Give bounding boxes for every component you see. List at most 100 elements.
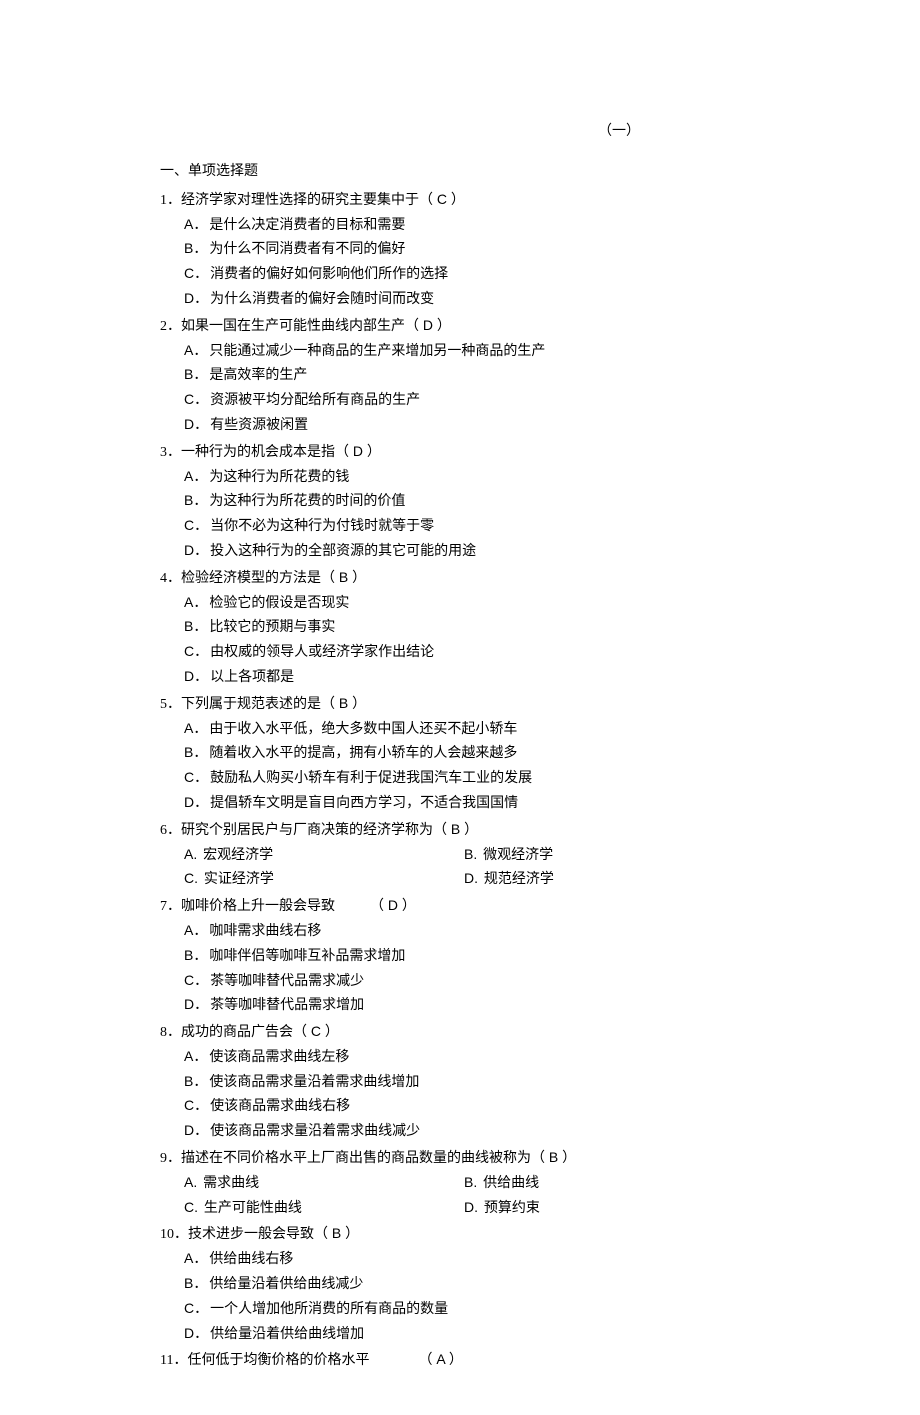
option: B. 微观经济学 (464, 843, 744, 868)
option-text: 比较它的预期与事实 (209, 620, 335, 635)
option-letter: C． (184, 643, 208, 659)
question-number: 2． (160, 319, 181, 334)
option-letter: A． (184, 342, 207, 358)
option-letter: B. (464, 1174, 481, 1190)
closing-paren: ） (449, 1353, 463, 1368)
option: D．使该商品需求量沿着需求曲线减少 (184, 1119, 800, 1144)
option-text: 只能通过减少一种商品的生产来增加另一种商品的生产 (209, 344, 545, 359)
option: A．使该商品需求曲线左移 (184, 1045, 800, 1070)
option: A. 需求曲线 (184, 1171, 464, 1196)
option: D．茶等咖啡替代品需求增加 (184, 993, 800, 1018)
question-number: 4． (160, 571, 181, 586)
answer-letter: D (349, 443, 367, 459)
closing-paren: ） (367, 445, 381, 460)
option-letter: A． (184, 1250, 207, 1266)
option: B．随着收入水平的提高，拥有小轿车的人会越来越多 (184, 741, 800, 766)
answer-letter: B (328, 1225, 345, 1241)
option-text: 需求曲线 (203, 1176, 259, 1191)
option-letter: C. (184, 870, 202, 886)
options-list: A．由于收入水平低，绝大多数中国人还买不起小轿车B．随着收入水平的提高，拥有小轿… (160, 717, 800, 816)
option: B．是高效率的生产 (184, 363, 800, 388)
question-stem: 11．任何低于均衡价格的价格水平 （ A ） (160, 1348, 800, 1373)
option-letter: B． (184, 947, 207, 963)
question-number: 5． (160, 697, 181, 712)
answer-letter: B (335, 569, 352, 585)
option-text: 由权威的领导人或经济学家作出结论 (210, 645, 434, 660)
option-text: 有些资源被闲置 (210, 418, 308, 433)
question-text: 描述在不同价格水平上厂商出售的商品数量的曲线被称为（ (181, 1151, 545, 1166)
closing-paren: ） (402, 899, 416, 914)
question: 7．咖啡价格上升一般会导致 （ D ）A．咖啡需求曲线右移B．咖啡伴侣等咖啡互补… (160, 894, 800, 1018)
option: D. 规范经济学 (464, 867, 744, 892)
question-text: 经济学家对理性选择的研究主要集中于（ (181, 193, 433, 208)
option-letter: D. (464, 870, 482, 886)
option-letter: D． (184, 1122, 208, 1138)
option-text: 咖啡伴侣等咖啡互补品需求增加 (209, 949, 405, 964)
options-grid: A. 宏观经济学B. 微观经济学C. 实证经济学D. 规范经济学 (184, 843, 800, 893)
option-letter: C． (184, 517, 208, 533)
option-letter: B． (184, 366, 207, 382)
option-letter: A． (184, 720, 207, 736)
option-letter: B． (184, 744, 207, 760)
closing-paren: ） (451, 193, 465, 208)
option: B．咖啡伴侣等咖啡互补品需求增加 (184, 944, 800, 969)
option: C．使该商品需求曲线右移 (184, 1094, 800, 1119)
answer-letter: B (447, 821, 464, 837)
option: A．检验它的假设是否现实 (184, 591, 800, 616)
question-number: 10． (160, 1227, 188, 1242)
question: 3．一种行为的机会成本是指（ D ）A．为这种行为所花费的钱B．为这种行为所花费… (160, 440, 800, 564)
option-text: 使该商品需求曲线右移 (210, 1099, 350, 1114)
question-stem: 5．下列属于规范表述的是（ B ） (160, 692, 800, 717)
question: 6．研究个别居民户与厂商决策的经济学称为（ B ）A. 宏观经济学B. 微观经济… (160, 818, 800, 892)
question-stem: 6．研究个别居民户与厂商决策的经济学称为（ B ） (160, 818, 800, 843)
option: C．当你不必为这种行为付钱时就等于零 (184, 514, 800, 539)
option: D．提倡轿车文明是盲目向西方学习，不适合我国国情 (184, 791, 800, 816)
question-number: 3． (160, 445, 181, 460)
option: C．茶等咖啡替代品需求减少 (184, 969, 800, 994)
question: 1．经济学家对理性选择的研究主要集中于（ C ）A．是什么决定消费者的目标和需要… (160, 188, 800, 312)
option-letter: A. (184, 846, 201, 862)
option-letter: D． (184, 290, 208, 306)
question: 11．任何低于均衡价格的价格水平 （ A ） (160, 1348, 800, 1373)
option-text: 预算约束 (484, 1201, 540, 1216)
closing-paren: ） (562, 1151, 576, 1166)
option: A．咖啡需求曲线右移 (184, 919, 800, 944)
option-letter: C. (184, 1199, 202, 1215)
option: C. 生产可能性曲线 (184, 1196, 464, 1221)
option-text: 一个人增加他所消费的所有商品的数量 (210, 1302, 448, 1317)
options-list: A．检验它的假设是否现实B．比较它的预期与事实 C．由权威的领导人或经济学家作出结… (160, 591, 800, 690)
answer-letter: D (384, 897, 402, 913)
question-number: 11． (160, 1353, 187, 1368)
closing-paren: ） (437, 319, 451, 334)
question: 5．下列属于规范表述的是（ B ）A．由于收入水平低，绝大多数中国人还买不起小轿… (160, 692, 800, 816)
options-list: A．供给曲线右移B．供给量沿着供给曲线减少C．一个人增加他所消费的所有商品的数量… (160, 1247, 800, 1346)
option: B．比较它的预期与事实 (184, 615, 800, 640)
option-text: 使该商品需求量沿着需求曲线减少 (210, 1124, 420, 1139)
option-letter: B. (464, 846, 481, 862)
option-text: 资源被平均分配给所有商品的生产 (210, 393, 420, 408)
options-list: A．为这种行为所花费的钱B．为这种行为所花费的时间的价值C．当你不必为这种行为付… (160, 465, 800, 564)
option-text: 微观经济学 (483, 848, 553, 863)
question: 8．成功的商品广告会（ C ）A．使该商品需求曲线左移B．使该商品需求量沿着需求… (160, 1020, 800, 1144)
question-text: 成功的商品广告会（ (181, 1025, 307, 1040)
question-text: 技术进步一般会导致（ (188, 1227, 328, 1242)
option-letter: C． (184, 972, 208, 988)
option-letter: A． (184, 594, 207, 610)
option: A．只能通过减少一种商品的生产来增加另一种商品的生产 (184, 339, 800, 364)
option-text: 以上各项都是 (210, 670, 294, 685)
option: B. 供给曲线 (464, 1171, 744, 1196)
option-letter: B． (184, 240, 207, 256)
option-text: 为什么消费者的偏好会随时间而改变 (210, 292, 434, 307)
closing-paren: ） (345, 1227, 359, 1242)
question-text: 任何低于均衡价格的价格水平 （ (187, 1353, 432, 1368)
option-letter: C． (184, 769, 208, 785)
question: 10．技术进步一般会导致（ B ） A．供给曲线右移B．供给量沿着供给曲线减少C．… (160, 1222, 800, 1346)
question-number: 7． (160, 899, 181, 914)
options-list: A．使该商品需求曲线左移B．使该商品需求量沿着需求曲线增加C．使该商品需求曲线右… (160, 1045, 800, 1144)
question-stem: 2．如果一国在生产可能性曲线内部生产（ D ） (160, 314, 800, 339)
option-letter: D． (184, 996, 208, 1012)
document-page: （一） 一、单项选择题 1．经济学家对理性选择的研究主要集中于（ C ）A．是什… (0, 0, 920, 1415)
option-letter: A． (184, 1048, 207, 1064)
answer-letter: B (545, 1149, 562, 1165)
question-text: 下列属于规范表述的是（ (181, 697, 335, 712)
